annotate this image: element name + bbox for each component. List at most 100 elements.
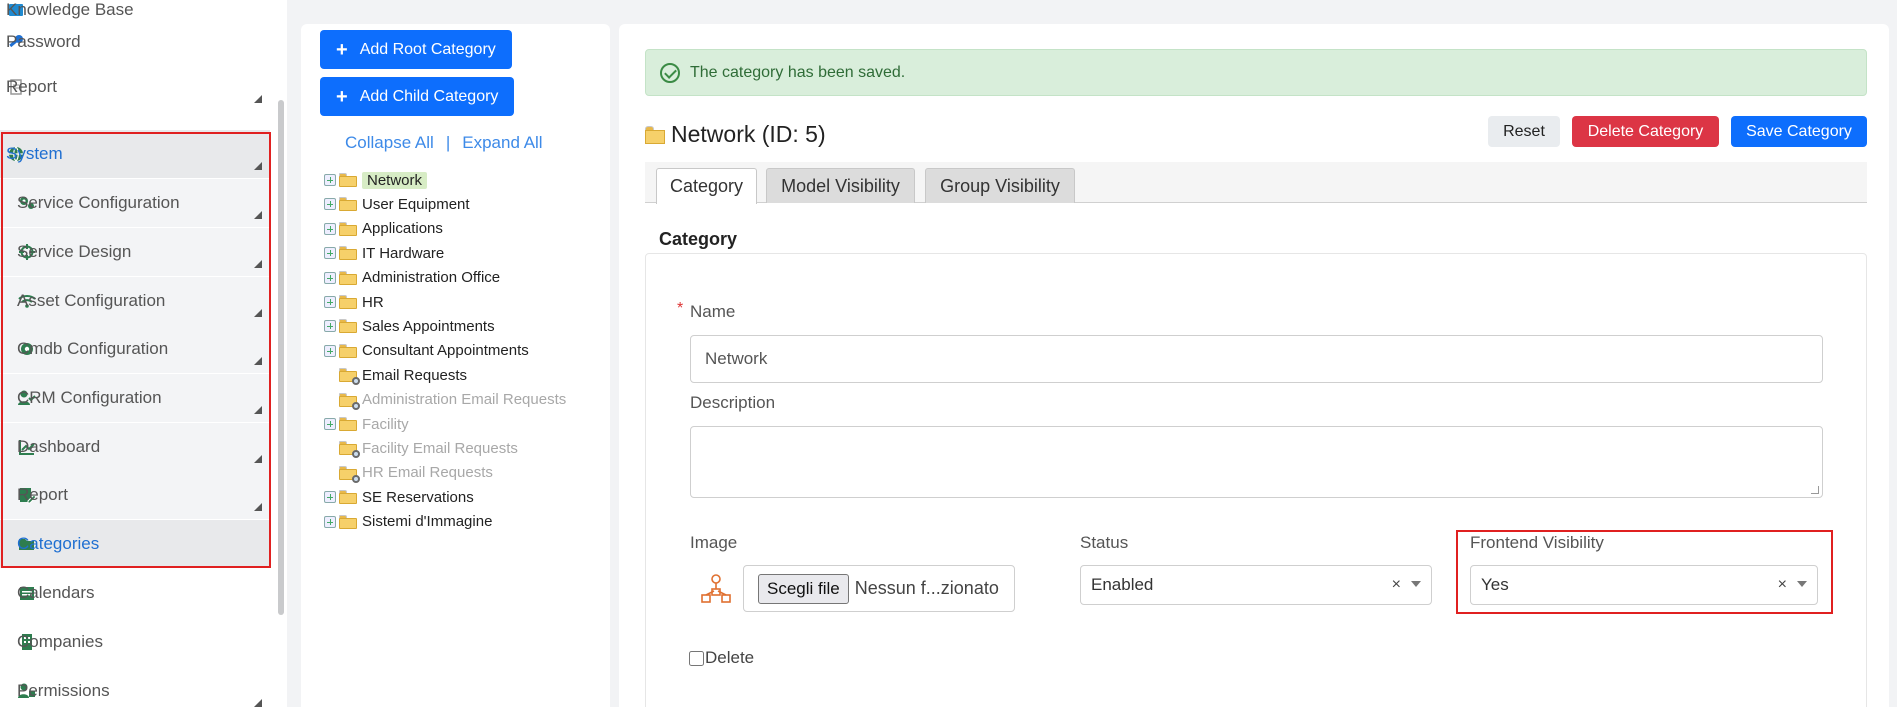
sidebar-item-permissions[interactable]: Permissions [0, 667, 270, 707]
tree-node-label: Facility [362, 415, 409, 433]
sidebar-item-password[interactable]: Password [0, 18, 270, 66]
sidebar-item-companies[interactable]: Companies [0, 618, 270, 666]
folder-icon [645, 125, 665, 144]
network-diagram-icon [701, 574, 731, 603]
tree-node-label: Sales Appointments [362, 317, 495, 335]
sidebar-item-report[interactable]: Report [0, 63, 270, 111]
sidebar-item-system[interactable]: System [0, 130, 270, 178]
clear-icon[interactable]: × [1392, 576, 1401, 594]
tree-node-label: SE Reservations [362, 488, 474, 506]
tab-category[interactable]: Category [656, 168, 757, 204]
folder-icon [339, 514, 357, 529]
expand-plus-icon[interactable] [324, 344, 336, 357]
tree-node[interactable]: Administration Office [324, 268, 500, 288]
status-select[interactable]: Enabled × [1080, 565, 1432, 605]
expand-corner-icon [254, 162, 262, 170]
tree-node[interactable]: Administration Email Requests [324, 390, 566, 410]
tab-group-visibility[interactable]: Group Visibility [925, 168, 1075, 203]
chevron-down-icon[interactable] [1797, 581, 1807, 587]
tree-node[interactable]: Applications [324, 219, 443, 239]
section-title: Category [659, 229, 738, 249]
delete-checkbox[interactable] [689, 650, 704, 666]
tree-node[interactable]: HR Email Requests [324, 463, 493, 483]
folder-icon [339, 270, 357, 285]
search-folder-icon [339, 465, 360, 483]
status-label: Status [1080, 533, 1129, 552]
sidebar-item-asset-configuration[interactable]: Asset Configuration [0, 277, 270, 325]
expand-plus-icon[interactable] [324, 247, 336, 260]
tree-node[interactable]: Network [324, 170, 428, 190]
expand-plus-icon[interactable] [324, 320, 336, 333]
add-child-category-button[interactable]: + Add Child Category [320, 77, 515, 116]
folder-icon [339, 319, 357, 334]
sidebar-item-service-design[interactable]: Service Design [0, 228, 270, 276]
expand-plus-icon[interactable] [324, 222, 336, 235]
plus-icon: + [336, 38, 348, 61]
folder-icon [339, 343, 357, 358]
sidebar-item-crm-configuration[interactable]: CRM Configuration [0, 374, 270, 422]
sidebar-item-categories[interactable]: Categories [0, 520, 270, 568]
delete-category-button[interactable]: Delete Category [1572, 116, 1719, 147]
expand-corner-icon [254, 503, 262, 511]
tree-node[interactable]: Sales Appointments [324, 316, 495, 336]
folder-icon [339, 221, 357, 236]
sidebar-item-service-configuration[interactable]: Service Configuration [0, 179, 270, 227]
expand-plus-icon[interactable] [324, 491, 336, 504]
tree-node-label: HR Email Requests [362, 464, 493, 482]
folder-icon [339, 490, 357, 505]
search-folder-icon [339, 392, 360, 410]
tree-node[interactable]: Email Requests [324, 365, 467, 386]
frontend-visibility-select[interactable]: Yes × [1470, 565, 1818, 605]
tree-node[interactable]: Consultant Appointments [324, 341, 529, 361]
chevron-down-icon[interactable] [1411, 581, 1421, 587]
tree-node-label: IT Hardware [362, 244, 445, 262]
tree-node[interactable]: User Equipment [324, 194, 470, 214]
sidebar-item-dashboard[interactable]: Dashboard [0, 423, 270, 471]
save-category-button[interactable]: Save Category [1731, 116, 1867, 147]
expand-plus-icon[interactable] [324, 296, 336, 308]
file-name-text: Nessun f...zionato [854, 578, 999, 598]
page-title: Network (ID: 5) [645, 121, 826, 148]
expand-plus-icon[interactable] [324, 271, 336, 284]
description-textarea[interactable] [690, 426, 1823, 498]
tree-node[interactable]: Facility [324, 414, 409, 434]
sidebar-scrollbar[interactable] [278, 100, 284, 615]
expand-plus-icon[interactable] [324, 418, 336, 430]
name-label: Name [690, 302, 736, 321]
expand-plus-icon[interactable] [324, 515, 336, 528]
description-label: Description [690, 393, 776, 412]
tab-model-visibility[interactable]: Model Visibility [766, 168, 915, 203]
sidebar-item-report-sub[interactable]: Report [0, 471, 270, 519]
search-folder-icon [339, 441, 360, 459]
expand-corner-icon [254, 260, 262, 268]
tree-toggle-links: Collapse All | Expand All [345, 133, 543, 153]
tree-node-label: Administration Email Requests [362, 391, 567, 409]
tree-node[interactable]: IT Hardware [324, 243, 444, 263]
tree-node-label: Applications [362, 220, 443, 238]
frontend-visibility-label: Frontend Visibility [1470, 533, 1604, 552]
reset-button[interactable]: Reset [1488, 116, 1560, 147]
resize-grip-icon[interactable] [1811, 486, 1819, 494]
tree-node[interactable]: SE Reservations [324, 487, 474, 507]
expand-plus-icon[interactable] [324, 198, 336, 211]
expand-all-link[interactable]: Expand All [462, 133, 542, 153]
name-input[interactable]: Network [690, 335, 1823, 383]
tree-node[interactable]: Facility Email Requests [324, 438, 518, 459]
add-root-category-button[interactable]: + Add Root Category [320, 30, 512, 69]
image-file-input[interactable]: Scegli file Nessun f...zionato [743, 565, 1015, 612]
tree-node-label: Consultant Appointments [362, 342, 529, 360]
tree-node[interactable]: HR [324, 292, 384, 312]
collapse-all-link[interactable]: Collapse All [345, 133, 434, 153]
sidebar: Knowledge Base Password Report System Se… [0, 0, 287, 707]
sidebar-item-cmdb-configuration[interactable]: Cmdb Configuration [0, 325, 270, 373]
sidebar-item-calendars[interactable]: Calendars [0, 569, 270, 617]
check-circle-icon [660, 62, 680, 83]
delete-image-option[interactable]: Delete [689, 648, 754, 668]
clear-icon[interactable]: × [1778, 576, 1787, 594]
tree-node-label: Sistemi d'Immagine [362, 513, 493, 531]
tree-node-label: Administration Office [362, 269, 501, 287]
choose-file-button[interactable]: Scegli file [758, 573, 849, 604]
tree-node[interactable]: Sistemi d'Immagine [324, 512, 492, 532]
expand-plus-icon[interactable] [324, 174, 336, 186]
expand-corner-icon [254, 406, 262, 414]
